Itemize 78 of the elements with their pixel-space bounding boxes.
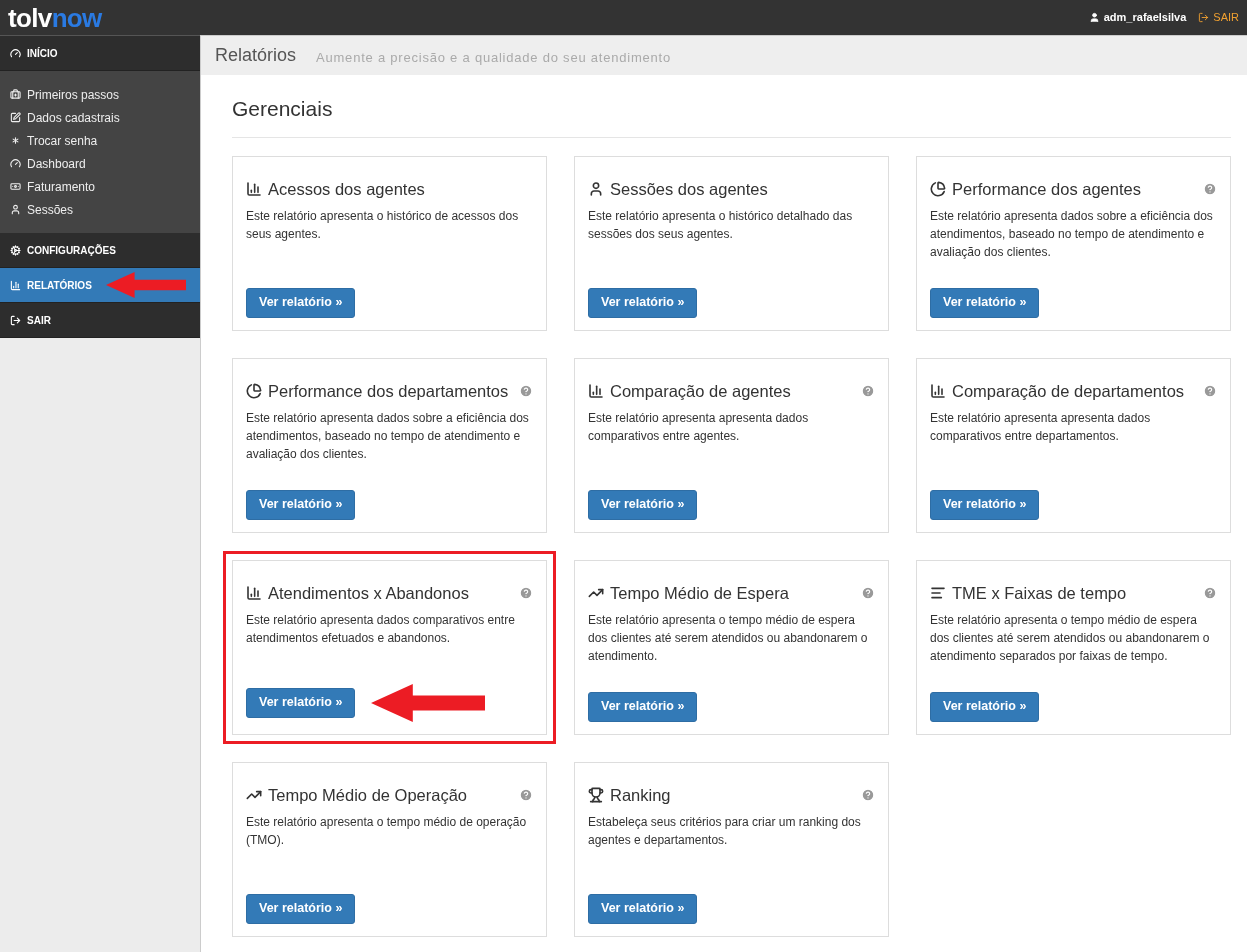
card-description: Este relatório apresenta o histórico detalhado das sessões dos seus agentes. [588,208,854,244]
view-report-button[interactable]: Ver relatório » [246,893,356,924]
card-description: Este relatório apresenta o tempo médio de espera dos clientes até serem atendidos ou abandonarem o atendimento separados por faixas de tempo. [930,612,1211,666]
page-subtitle: Aumente a precisão e a qualidade do seu atendimento [316,48,671,67]
sidebar-section[interactable]: SAIR [0,303,200,338]
sidebar-item[interactable]: Dashboard [0,152,200,175]
bar-chart-icon [246,584,262,601]
sidebar-item[interactable]: Primeiros passos [0,83,200,106]
help-icon[interactable] [861,787,875,802]
view-report-button[interactable]: Ver relatório » [588,489,698,520]
bar-chart-icon [246,180,262,197]
gauge-icon [10,47,21,59]
card-description: Este relatório apresenta dados sobre a eficiência dos atendimentos, baseado no tempo de atendimento e avaliação dos clientes. [246,410,530,464]
card-title: Performance dos departamentos [268,380,509,402]
card-description: Este relatório apresenta dados sobre a eficiência dos atendimentos, baseado no tempo de atendimento e avaliação dos clientes. [930,208,1214,262]
sidebar-item[interactable]: Trocar senha [0,129,200,152]
sidebar-section[interactable]: INÍCIO [0,36,200,71]
help-icon[interactable] [861,585,875,600]
user-link[interactable]: adm_rafaelsilva [1088,9,1187,26]
bar-chart-icon [930,382,946,399]
logout-icon [10,314,21,326]
view-report-button[interactable]: Ver relatório » [246,489,356,520]
card-description: Este relatório apresenta o tempo médio de espera dos clientes até serem atendidos ou abandonarem o atendimento. [588,612,869,666]
logout-icon [1198,12,1210,23]
logout-link[interactable]: SAIR [1198,9,1239,26]
user-icon [10,204,21,215]
view-report-button[interactable]: Ver relatório » [588,691,698,722]
asterisk-icon [10,135,21,146]
medical-kit-icon [10,89,21,100]
bar-chart-icon [10,279,21,291]
card-title: Comparação de departamentos [952,380,1185,402]
edit-icon [10,112,21,123]
view-report-button[interactable]: Ver relatório » [588,287,698,318]
help-icon[interactable] [1203,181,1217,196]
card-title: Atendimentos x Abandonos [268,582,469,604]
page-title: Relatórios [215,44,297,67]
sidebar-item[interactable]: Dados cadastrais [0,106,200,129]
card-title: Acessos dos agentes [268,178,425,200]
view-report-button[interactable]: Ver relatório » [246,287,356,318]
user-icon [588,180,604,197]
card-description: Este relatório apresenta dados comparativos entre atendimentos efetuados e abandonos. [246,612,516,648]
card-title: Tempo Médio de Operação [268,784,468,806]
help-icon[interactable] [519,787,533,802]
card-description: Este relatório apresenta o histórico de acessos dos seus agentes. [246,208,520,244]
card-title: Ranking [610,784,671,806]
view-report-button[interactable]: Ver relatório » [930,287,1040,318]
help-icon[interactable] [1203,383,1217,398]
card-description: Este relatório apresenta apresenta dados comparativos entre departamentos. [930,410,1152,446]
view-report-button[interactable]: Ver relatório » [588,893,698,924]
banknote-icon [10,181,21,192]
pie-chart-icon [930,180,946,197]
pie-chart-icon [246,382,262,399]
sidebar-section[interactable]: CONFIGURAÇÕES [0,233,200,268]
card-title: Performance dos agentes [952,178,1141,200]
card-title: TME x Faixas de tempo [952,582,1127,604]
gauge-icon [10,158,21,169]
view-report-button[interactable]: Ver relatório » [930,691,1040,722]
bar-chart-icon [588,382,604,399]
sidebar-item[interactable]: Faturamento [0,175,200,198]
sidebar-section[interactable]: RELATÓRIOS [0,268,200,303]
logo[interactable]: tolvnow [8,4,102,31]
help-icon[interactable] [861,383,875,398]
help-icon[interactable] [519,585,533,600]
sidebar-item[interactable]: Sessões [0,198,200,221]
card-title: Sessões dos agentes [610,178,768,200]
card-description: Este relatório apresenta o tempo médio de operação (TMO). [246,814,528,850]
view-report-button[interactable]: Ver relatório » [930,489,1040,520]
card-description: Este relatório apresenta apresenta dados comparativos entre agentes. [588,410,810,446]
gears-icon [10,244,21,256]
view-report-button[interactable]: Ver relatório » [246,687,356,718]
trophy-icon [588,786,604,803]
card-title: Comparação de agentes [610,380,791,402]
card-title: Tempo Médio de Espera [610,582,789,604]
section-title: Gerenciais [232,93,1231,138]
card-description: Estabeleça seus critérios para criar um ranking dos agentes e departamentos. [588,814,862,850]
help-icon[interactable] [519,383,533,398]
user-icon [1088,12,1100,23]
help-icon[interactable] [1203,585,1217,600]
